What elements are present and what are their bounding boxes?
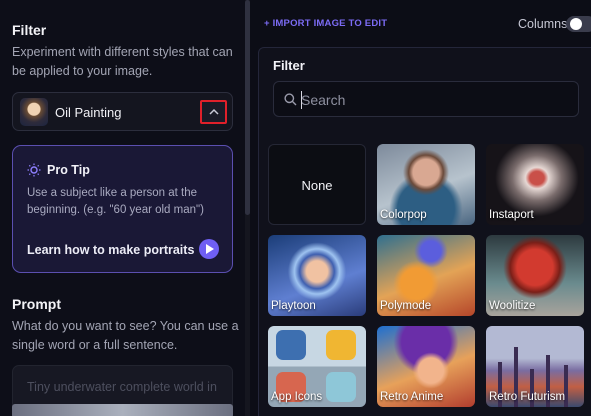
filter-tile-instaport[interactable]: Instaport <box>486 144 584 225</box>
filter-tile-retro-futurism[interactable]: Retro Futurism <box>486 326 584 407</box>
prompt-image-strip <box>12 404 233 416</box>
filter-tile-label: Retro Anime <box>380 391 444 403</box>
play-video-button[interactable] <box>199 239 219 259</box>
filter-tile-none[interactable]: None <box>268 144 366 225</box>
filter-tile-playtoon[interactable]: Playtoon <box>268 235 366 316</box>
collapse-filter-button[interactable] <box>200 100 227 124</box>
chevron-up-icon <box>209 108 219 115</box>
pro-tip-title: Pro Tip <box>47 163 90 177</box>
filter-dropdown-panel: Filter None Colorpop Instaport Playtoon … <box>258 47 591 416</box>
filter-heading: Filter <box>12 22 47 38</box>
app-icon-preview <box>326 372 356 402</box>
prompt-heading: Prompt <box>12 296 61 312</box>
filter-tile-label: App Icons <box>271 391 323 403</box>
columns-label: Columns <box>518 17 568 31</box>
selected-filter-thumbnail <box>20 98 48 126</box>
filter-tile-label: Retro Futurism <box>489 391 566 403</box>
sidebar-scrollbar-thumb[interactable] <box>245 0 250 215</box>
filter-tile-app-icons[interactable]: App Icons <box>268 326 366 407</box>
prompt-description: What do you want to see? You can use a s… <box>12 319 239 352</box>
lightbulb-icon <box>27 163 41 177</box>
filter-description: Experiment with different styles that ca… <box>12 45 233 78</box>
app-icon-preview <box>326 330 356 360</box>
filter-tile-label: Playtoon <box>271 300 316 312</box>
filter-tile-woolitize[interactable]: Woolitize <box>486 235 584 316</box>
portraits-guide-link[interactable]: Learn how to make portraits <box>27 243 194 257</box>
filter-search-input[interactable] <box>301 88 561 112</box>
text-cursor <box>301 91 302 109</box>
filter-tile-colorpop[interactable]: Colorpop <box>377 144 475 225</box>
filter-tile-label: Polymode <box>380 300 432 312</box>
app-icon-preview <box>276 330 306 360</box>
filter-panel-title: Filter <box>273 58 305 73</box>
filter-tile-polymode[interactable]: Polymode <box>377 235 475 316</box>
filter-tile-retro-anime[interactable]: Retro Anime <box>377 326 475 407</box>
filter-tile-label: Woolitize <box>489 300 536 312</box>
import-image-button[interactable]: + IMPORT IMAGE TO EDIT <box>264 18 387 29</box>
filter-search-box[interactable] <box>273 81 579 117</box>
play-icon <box>206 244 214 254</box>
search-icon <box>284 93 297 106</box>
pro-tip-card: Pro Tip Use a subject like a person at t… <box>12 145 233 273</box>
prompt-placeholder: Tiny underwater complete world in <box>27 380 217 394</box>
selected-filter-label: Oil Painting <box>55 105 122 120</box>
filter-selector[interactable]: Oil Painting <box>12 92 233 131</box>
filter-tile-label: None <box>301 178 333 193</box>
filter-tile-label: Instaport <box>489 209 534 221</box>
pro-tip-text: Use a subject like a person at the begin… <box>27 187 204 216</box>
left-sidebar: Filter Experiment with different styles … <box>0 0 245 416</box>
toggle-knob <box>570 18 582 30</box>
columns-toggle[interactable] <box>566 16 591 32</box>
filter-tile-label: Colorpop <box>380 209 427 221</box>
